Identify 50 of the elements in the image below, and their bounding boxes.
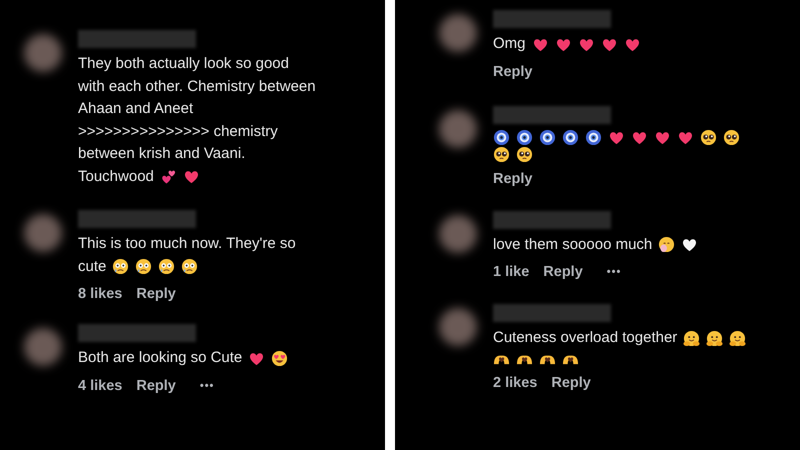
more-options[interactable]: ••• [606, 266, 622, 278]
evil-eye-icon [516, 128, 533, 146]
teary-face-icon [181, 258, 198, 276]
more-options[interactable]: ••• [200, 380, 214, 392]
evil-eye-icon [562, 128, 579, 146]
comment-text: love them sooooo much [493, 234, 652, 254]
avatar [24, 34, 62, 72]
two-hearts-icon [160, 168, 177, 186]
teary-face-icon [112, 258, 130, 276]
comment-text: Touchwood [78, 166, 154, 186]
evil-eye-icon [493, 128, 510, 146]
comment-text: Omg [493, 34, 526, 54]
avatar [24, 214, 62, 252]
comment-text: cute [78, 256, 106, 276]
evil-eye-icon [539, 128, 556, 146]
reply-link[interactable]: Reply [136, 378, 176, 394]
hugging-face-icon [729, 330, 746, 347]
reply-link[interactable]: Reply [551, 374, 591, 390]
comment-text: This is too much now. They're so [78, 234, 296, 254]
avatar [439, 308, 477, 346]
reply-link[interactable]: Reply [493, 64, 532, 80]
pleading-face-icon [700, 128, 717, 146]
evil-eye-icon [585, 128, 602, 146]
likes-count[interactable]: 4 likes [78, 378, 122, 394]
reply-link[interactable]: Reply [136, 286, 176, 302]
teary-face-icon [135, 258, 152, 276]
comment-text: Both are looking so Cute [78, 348, 242, 368]
pleading-face-icon [493, 146, 510, 162]
avatar [439, 14, 477, 52]
reply-link[interactable]: Reply [543, 264, 583, 280]
likes-count[interactable]: 2 likes [493, 374, 538, 390]
comment-text: >>>>>>>>>>>>>>> chemistry [78, 122, 278, 142]
pleading-face-icon [516, 146, 533, 162]
likes-count[interactable]: 8 likes [78, 286, 122, 302]
comment-text: between krish and Vaani. [78, 144, 246, 164]
hugging-face-icon [683, 330, 700, 347]
comment-text: Ahaan and Aneet [78, 99, 194, 119]
face-with-hand-icon [658, 236, 676, 254]
avatar [439, 214, 477, 252]
pleading-face-icon [723, 128, 740, 146]
likes-count[interactable]: 1 like [493, 264, 530, 280]
hugging-face-icon [706, 330, 724, 347]
teary-face-icon [158, 258, 176, 276]
comment-text: They both actually look so good [78, 54, 289, 74]
avatar [24, 328, 62, 366]
reply-link[interactable]: Reply [493, 170, 532, 186]
comment-text: Cuteness overload together [493, 328, 678, 348]
heart-eyes-face-icon [271, 350, 288, 367]
avatar [439, 110, 477, 148]
comment-text: with each other. Chemistry between [78, 76, 316, 96]
